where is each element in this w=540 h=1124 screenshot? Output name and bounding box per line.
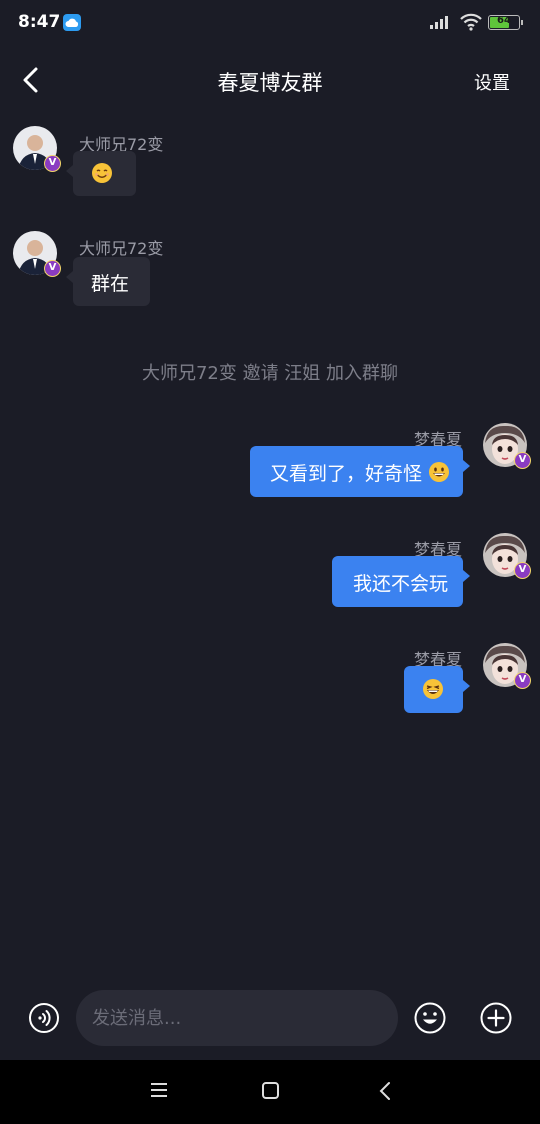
vip-badge: V bbox=[44, 260, 61, 277]
message-text: 我还不会玩 bbox=[353, 573, 449, 595]
avatar[interactable]: V bbox=[483, 643, 531, 689]
system-nav-bar bbox=[0, 1060, 540, 1124]
status-time: 8:47 bbox=[18, 12, 61, 32]
emoji-button[interactable] bbox=[413, 1001, 447, 1035]
message-input[interactable] bbox=[76, 990, 398, 1046]
battery-level: 64 bbox=[497, 15, 511, 26]
nav-menu-button[interactable] bbox=[150, 1082, 168, 1102]
settings-button[interactable]: 设置 bbox=[474, 69, 510, 95]
status-bar: 8:47 64 bbox=[0, 0, 540, 46]
vip-badge: V bbox=[514, 672, 531, 689]
voice-icon bbox=[29, 1003, 59, 1033]
menu-icon bbox=[151, 1083, 167, 1097]
back-triangle-icon bbox=[379, 1082, 390, 1100]
avatar[interactable]: V bbox=[483, 533, 531, 579]
voice-button[interactable] bbox=[28, 1002, 60, 1034]
laughing-face-emoji bbox=[423, 679, 443, 699]
message-bubble[interactable] bbox=[66, 151, 136, 196]
emoji-icon bbox=[414, 1002, 446, 1034]
system-notice: 大师兄72变 邀请 汪姐 加入群聊 bbox=[141, 363, 399, 384]
nav-back-button[interactable] bbox=[378, 1081, 392, 1105]
signal-icon bbox=[430, 14, 452, 34]
message-bubble[interactable]: 群在 bbox=[66, 257, 150, 306]
chat-header: 春夏博友群 设置 bbox=[0, 52, 540, 108]
message-text: 又看到了，好奇怪 bbox=[270, 463, 423, 485]
avatar[interactable]: V bbox=[13, 231, 61, 277]
nav-home-button[interactable] bbox=[262, 1082, 279, 1099]
wifi-icon bbox=[459, 13, 483, 35]
cloud-icon bbox=[63, 14, 81, 31]
page-title: 春夏博友群 bbox=[217, 71, 323, 95]
message-bubble[interactable]: 又看到了，好奇怪 bbox=[250, 446, 470, 497]
battery-tip bbox=[521, 20, 523, 25]
message-bubble[interactable]: 我还不会玩 bbox=[332, 556, 470, 607]
smiling-face-emoji bbox=[92, 163, 112, 183]
plus-button[interactable] bbox=[479, 1001, 513, 1035]
message-text: 群在 bbox=[91, 273, 130, 295]
vip-badge: V bbox=[44, 155, 61, 172]
vip-badge: V bbox=[514, 452, 531, 469]
sender-name: 大师兄72变 bbox=[79, 239, 164, 258]
battery-icon: 64 bbox=[488, 15, 523, 30]
grinning-face-emoji bbox=[429, 462, 450, 482]
message-bubble[interactable] bbox=[404, 666, 470, 713]
avatar[interactable]: V bbox=[13, 126, 61, 172]
plus-icon bbox=[480, 1002, 512, 1034]
avatar[interactable]: V bbox=[483, 423, 531, 469]
vip-badge: V bbox=[514, 562, 531, 579]
